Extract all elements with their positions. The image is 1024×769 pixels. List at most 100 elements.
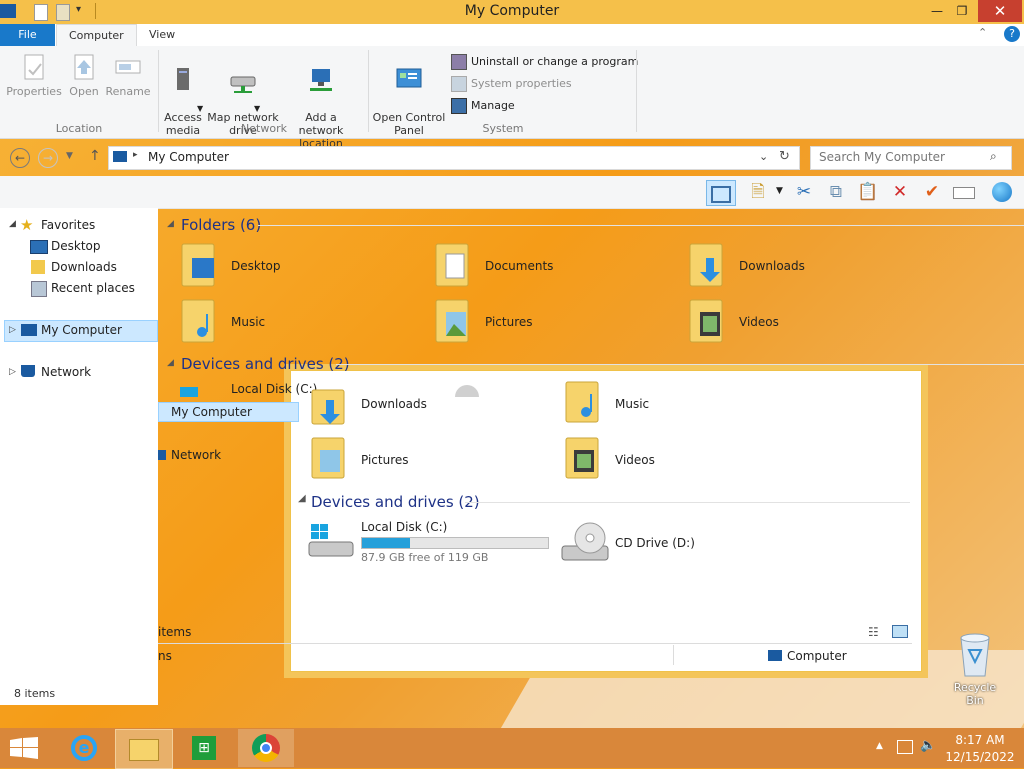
back-my-computer[interactable]: My Computer: [158, 402, 299, 422]
folder-desktop[interactable]: Desktop: [231, 259, 281, 273]
downloads-icon: [31, 260, 45, 274]
search-icon[interactable]: ⌕: [990, 149, 997, 164]
copy-icon[interactable]: ⧉: [824, 180, 848, 204]
open-icon: [74, 54, 94, 80]
maximize-button[interactable]: ❐: [947, 0, 977, 22]
network-status-icon[interactable]: [897, 740, 913, 754]
nav-recent-places[interactable]: Recent places: [51, 278, 135, 298]
forward-button[interactable]: →: [38, 148, 58, 168]
rename-button[interactable]: Rename: [104, 52, 152, 98]
system-properties-button[interactable]: System properties: [451, 75, 572, 93]
breadcrumb-chevron-icon[interactable]: ▸: [133, 150, 138, 160]
tab-view[interactable]: View: [137, 24, 187, 46]
folder-pictures[interactable]: Pictures: [485, 315, 533, 329]
refresh-icon[interactable]: ↻: [779, 149, 790, 164]
nav-downloads[interactable]: Downloads: [51, 257, 117, 277]
back-status-items2: ns: [158, 649, 172, 663]
network-nav-icon: [21, 365, 35, 377]
taskbar-chrome-button[interactable]: [238, 729, 294, 767]
back-music[interactable]: Music: [615, 397, 649, 411]
breadcrumb-path[interactable]: My Computer: [148, 150, 229, 164]
drive-c-label[interactable]: Local Disk (C:): [361, 520, 447, 534]
address-dropdown-icon[interactable]: ⌄: [759, 150, 768, 163]
toolbar-dropdown-icon[interactable]: ▼: [776, 186, 783, 196]
folders-header[interactable]: Folders (6): [181, 216, 261, 234]
nav-favorites[interactable]: Favorites: [41, 215, 95, 235]
status-separator: [673, 645, 674, 665]
nav-network[interactable]: Network: [41, 362, 91, 382]
collapse-arrow-icon[interactable]: ◢: [298, 493, 306, 504]
add-network-location-button[interactable]: Add a network location: [282, 52, 360, 150]
tab-computer[interactable]: Computer: [56, 24, 137, 48]
back-devices-header[interactable]: Devices and drives (2): [311, 493, 480, 511]
expand-my-computer-icon[interactable]: ▷: [9, 325, 16, 335]
large-icons-view-icon[interactable]: [892, 625, 908, 638]
collapse-ribbon-icon[interactable]: ⌃: [978, 26, 987, 39]
folder-documents[interactable]: Documents: [485, 259, 553, 273]
nav-desktop[interactable]: Desktop: [51, 236, 101, 256]
devices-header[interactable]: Devices and drives (2): [181, 355, 350, 373]
back-network[interactable]: Network: [171, 448, 221, 462]
folder-downloads[interactable]: Downloads: [739, 259, 805, 273]
taskbar-explorer-button[interactable]: [115, 729, 173, 769]
nav-my-computer[interactable]: My Computer: [41, 320, 122, 340]
star-icon: ★: [20, 216, 34, 234]
group-location-label: Location: [55, 122, 103, 135]
cut-icon[interactable]: ✂: [792, 180, 816, 204]
show-hidden-icons-icon[interactable]: ▲: [876, 741, 883, 751]
details-view-icon[interactable]: ☷: [868, 625, 879, 639]
globe-icon[interactable]: [990, 180, 1014, 204]
recycle-bin[interactable]: Recycle Bin: [945, 630, 1005, 707]
clock-time[interactable]: 8:17 AM: [945, 733, 1015, 747]
taskbar-ie-button[interactable]: e: [56, 729, 112, 767]
back-pictures[interactable]: Pictures: [361, 453, 409, 467]
up-button[interactable]: ↑: [89, 148, 101, 164]
open-button[interactable]: Open: [66, 52, 102, 98]
tab-file[interactable]: File: [0, 24, 55, 46]
expand-favorites-icon[interactable]: ◢: [9, 219, 16, 229]
volume-icon[interactable]: 🔈: [920, 738, 936, 753]
folder-icon: [310, 384, 348, 428]
desktop-folder-icon: [180, 242, 218, 287]
drive-c-usage-bar: [361, 537, 549, 549]
manage-button[interactable]: Manage: [451, 97, 515, 115]
clock-date[interactable]: 12/15/2022: [945, 750, 1015, 764]
back-button[interactable]: ←: [10, 148, 30, 168]
properties-check-icon[interactable]: 🗎: [746, 180, 770, 204]
paste-icon[interactable]: 📋: [856, 180, 880, 204]
status-divider: [158, 643, 912, 644]
start-button[interactable]: [10, 737, 38, 762]
folder-videos[interactable]: Videos: [739, 315, 779, 329]
search-input[interactable]: Search My Computer: [819, 150, 945, 164]
properties-button[interactable]: Properties: [6, 52, 62, 98]
recent-locations-dropdown-icon[interactable]: ▼: [66, 151, 73, 161]
checkmark-icon[interactable]: ✔: [920, 180, 944, 204]
ribbon-separator: [158, 50, 159, 132]
taskbar-store-button[interactable]: ⊞: [176, 729, 232, 767]
window-title: My Computer: [464, 3, 560, 19]
help-icon[interactable]: ?: [1004, 26, 1020, 42]
back-downloads[interactable]: Downloads: [361, 397, 427, 411]
folder-music[interactable]: Music: [231, 315, 265, 329]
network-drive-icon: [230, 76, 256, 93]
back-videos[interactable]: Videos: [615, 453, 655, 467]
back-status-computer: Computer: [787, 649, 847, 663]
drive-d-label[interactable]: CD Drive (D:): [615, 536, 695, 550]
delete-icon[interactable]: ✕: [888, 180, 912, 204]
computer-icon: [768, 650, 782, 661]
uninstall-label: Uninstall or change a program: [471, 55, 639, 68]
collapse-folders-icon[interactable]: ◢: [167, 219, 174, 229]
uninstall-program-button[interactable]: Uninstall or change a program: [451, 53, 638, 71]
manage-label: Manage: [471, 99, 515, 112]
recycle-bin-icon: [960, 633, 990, 677]
desktop-icon: [30, 240, 48, 254]
recycle-bin-label: Recycle Bin: [953, 681, 997, 707]
recent-places-icon: [31, 281, 47, 297]
file-explorer-icon: [129, 739, 159, 761]
close-button[interactable]: ✕: [978, 0, 1022, 22]
collapse-devices-icon[interactable]: ◢: [167, 358, 174, 368]
control-panel-icon: [396, 68, 422, 88]
expand-network-icon[interactable]: ▷: [9, 367, 16, 377]
preview-pane-icon[interactable]: [706, 180, 736, 206]
rename-toolbar-icon[interactable]: [952, 180, 976, 204]
